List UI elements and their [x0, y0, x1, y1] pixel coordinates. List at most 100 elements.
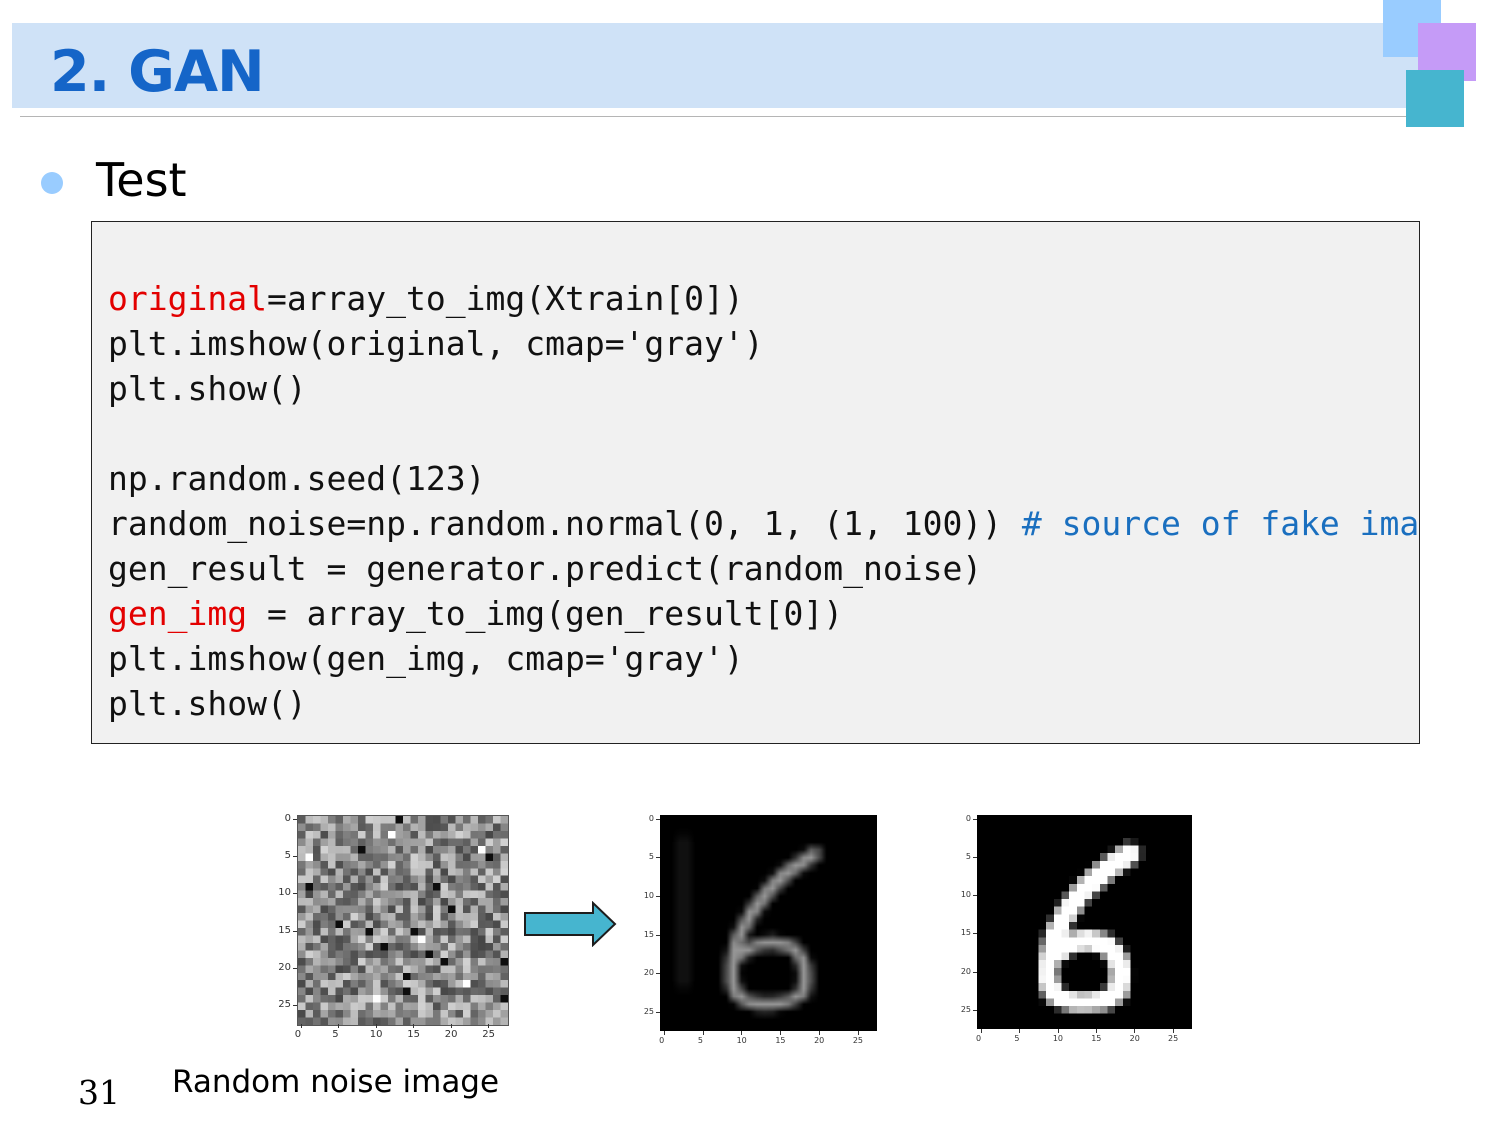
- bullet-text: Test: [96, 153, 187, 207]
- y-tick-mark: [973, 933, 977, 935]
- x-tick-label: 5: [332, 1029, 339, 1040]
- y-tick-label: 15: [643, 929, 654, 939]
- x-tick-label: 0: [294, 1029, 302, 1040]
- code-line: gen_result = generator.predict(random_no…: [108, 546, 982, 591]
- y-tick-mark: [973, 895, 977, 897]
- x-tick-mark: [413, 1024, 415, 1028]
- x-tick-mark: [450, 1024, 452, 1028]
- y-tick-label: 5: [965, 852, 971, 862]
- x-tick-label: 0: [659, 1036, 665, 1045]
- x-tick-label: 25: [482, 1029, 495, 1040]
- y-tick-mark: [656, 818, 660, 820]
- header-divider: [20, 116, 1440, 117]
- code-variable: original: [108, 279, 267, 318]
- y-tick-label: 0: [648, 813, 654, 823]
- code-text: plt.show(): [108, 369, 307, 408]
- y-tick-mark: [293, 1005, 297, 1007]
- y-tick-label: 0: [965, 813, 971, 823]
- code-line: plt.show(): [108, 366, 307, 411]
- x-tick-mark: [741, 1031, 743, 1035]
- y-tick-label: 25: [643, 1006, 654, 1016]
- x-tick-label: 15: [775, 1036, 786, 1045]
- x-tick-mark: [780, 1031, 782, 1035]
- y-tick-mark: [656, 1011, 660, 1013]
- x-tick-mark: [702, 1031, 704, 1035]
- x-tick-label: 20: [1129, 1034, 1140, 1043]
- decoration-square-teal: [1406, 70, 1464, 127]
- x-tick-mark: [980, 1029, 982, 1033]
- y-tick-mark: [293, 893, 297, 895]
- y-tick-label: 20: [278, 962, 291, 974]
- x-tick-label: 25: [1168, 1034, 1179, 1043]
- page-number: 31: [78, 1073, 120, 1112]
- y-tick-mark: [293, 968, 297, 970]
- code-line: original=array_to_img(Xtrain[0]): [108, 276, 744, 321]
- x-tick-mark: [1134, 1029, 1136, 1033]
- x-tick-label: 25: [852, 1036, 863, 1045]
- x-tick-label: 10: [736, 1036, 747, 1045]
- x-tick-mark: [857, 1031, 859, 1035]
- code-text: gen_result = generator.predict(random_no…: [108, 549, 983, 588]
- code-comment: # source of fake image: [1021, 504, 1420, 543]
- x-tick-mark: [1019, 1029, 1021, 1033]
- x-tick-mark: [300, 1024, 302, 1028]
- generated-plot: 0 5 10 15 20 25 0 5 10 15 20 25: [630, 810, 890, 1050]
- code-line: gen_img = array_to_img(gen_result[0]): [108, 591, 843, 636]
- y-tick-label: 15: [960, 928, 971, 938]
- x-tick-mark: [1096, 1029, 1098, 1033]
- code-line: plt.imshow(original, cmap='gray'): [108, 321, 764, 366]
- bullet-dot-icon: [41, 172, 63, 194]
- code-line: plt.show(): [108, 681, 307, 726]
- original-digit-image: [977, 815, 1192, 1029]
- y-tick-mark: [656, 934, 660, 936]
- y-tick-label: 10: [960, 890, 971, 900]
- y-tick-label: 0: [284, 812, 291, 824]
- y-tick-label: 20: [960, 966, 971, 976]
- code-text: random_noise=np.random.normal(0, 1, (1, …: [108, 504, 1022, 543]
- y-tick-mark: [293, 856, 297, 858]
- y-tick-mark: [293, 818, 297, 820]
- y-tick-label: 25: [278, 999, 291, 1011]
- y-tick-label: 25: [960, 1004, 971, 1014]
- y-tick-mark: [656, 857, 660, 859]
- y-tick-mark: [973, 1009, 977, 1011]
- y-tick-mark: [656, 973, 660, 975]
- x-tick-label: 5: [697, 1036, 703, 1045]
- x-tick-mark: [1172, 1029, 1174, 1033]
- y-tick-mark: [656, 896, 660, 897]
- y-tick-mark: [973, 971, 977, 973]
- x-tick-label: 15: [407, 1029, 420, 1040]
- code-block: original=array_to_img(Xtrain[0]) plt.imsh…: [91, 221, 1420, 744]
- code-text: plt.imshow(gen_img, cmap='gray'): [108, 639, 744, 678]
- code-variable: gen_img: [108, 594, 248, 633]
- noise-image: [297, 815, 509, 1026]
- x-tick-mark: [1057, 1029, 1059, 1033]
- x-tick-label: 10: [1052, 1034, 1063, 1043]
- code-line: random_noise=np.random.normal(0, 1, (1, …: [108, 501, 1420, 546]
- y-tick-label: 10: [643, 891, 654, 900]
- right-arrow-icon: [524, 901, 617, 947]
- code-text: plt.imshow(original, cmap='gray'): [108, 324, 764, 363]
- code-line: np.random.seed(123): [108, 456, 486, 501]
- original-plot: 0 5 10 15 20 25 0 5 10 15 20 25: [945, 810, 1205, 1050]
- code-text: =array_to_img(Xtrain[0]): [266, 279, 744, 318]
- code-text: np.random.seed(123): [108, 459, 486, 498]
- y-tick-mark: [973, 818, 977, 820]
- x-tick-mark: [488, 1024, 490, 1028]
- y-tick-mark: [293, 930, 297, 932]
- slide-title: 2. GAN: [50, 39, 265, 105]
- code-text: = array_to_img(gen_result[0]): [247, 594, 844, 633]
- x-tick-label: 10: [369, 1029, 383, 1040]
- x-tick-label: 20: [444, 1029, 458, 1040]
- y-tick-mark: [973, 857, 977, 859]
- x-tick-mark: [818, 1031, 820, 1035]
- code-line: plt.imshow(gen_img, cmap='gray'): [108, 636, 744, 681]
- noise-plot: 0 5 10 15 20 25 0 5 10 15 20 25: [262, 808, 522, 1048]
- x-tick-label: 15: [1091, 1034, 1102, 1043]
- y-tick-label: 5: [284, 850, 291, 862]
- y-tick-label: 20: [643, 968, 654, 978]
- code-text: plt.show(): [108, 684, 307, 723]
- x-tick-mark: [663, 1031, 665, 1035]
- x-tick-mark: [338, 1024, 340, 1028]
- y-tick-label: 5: [648, 852, 654, 862]
